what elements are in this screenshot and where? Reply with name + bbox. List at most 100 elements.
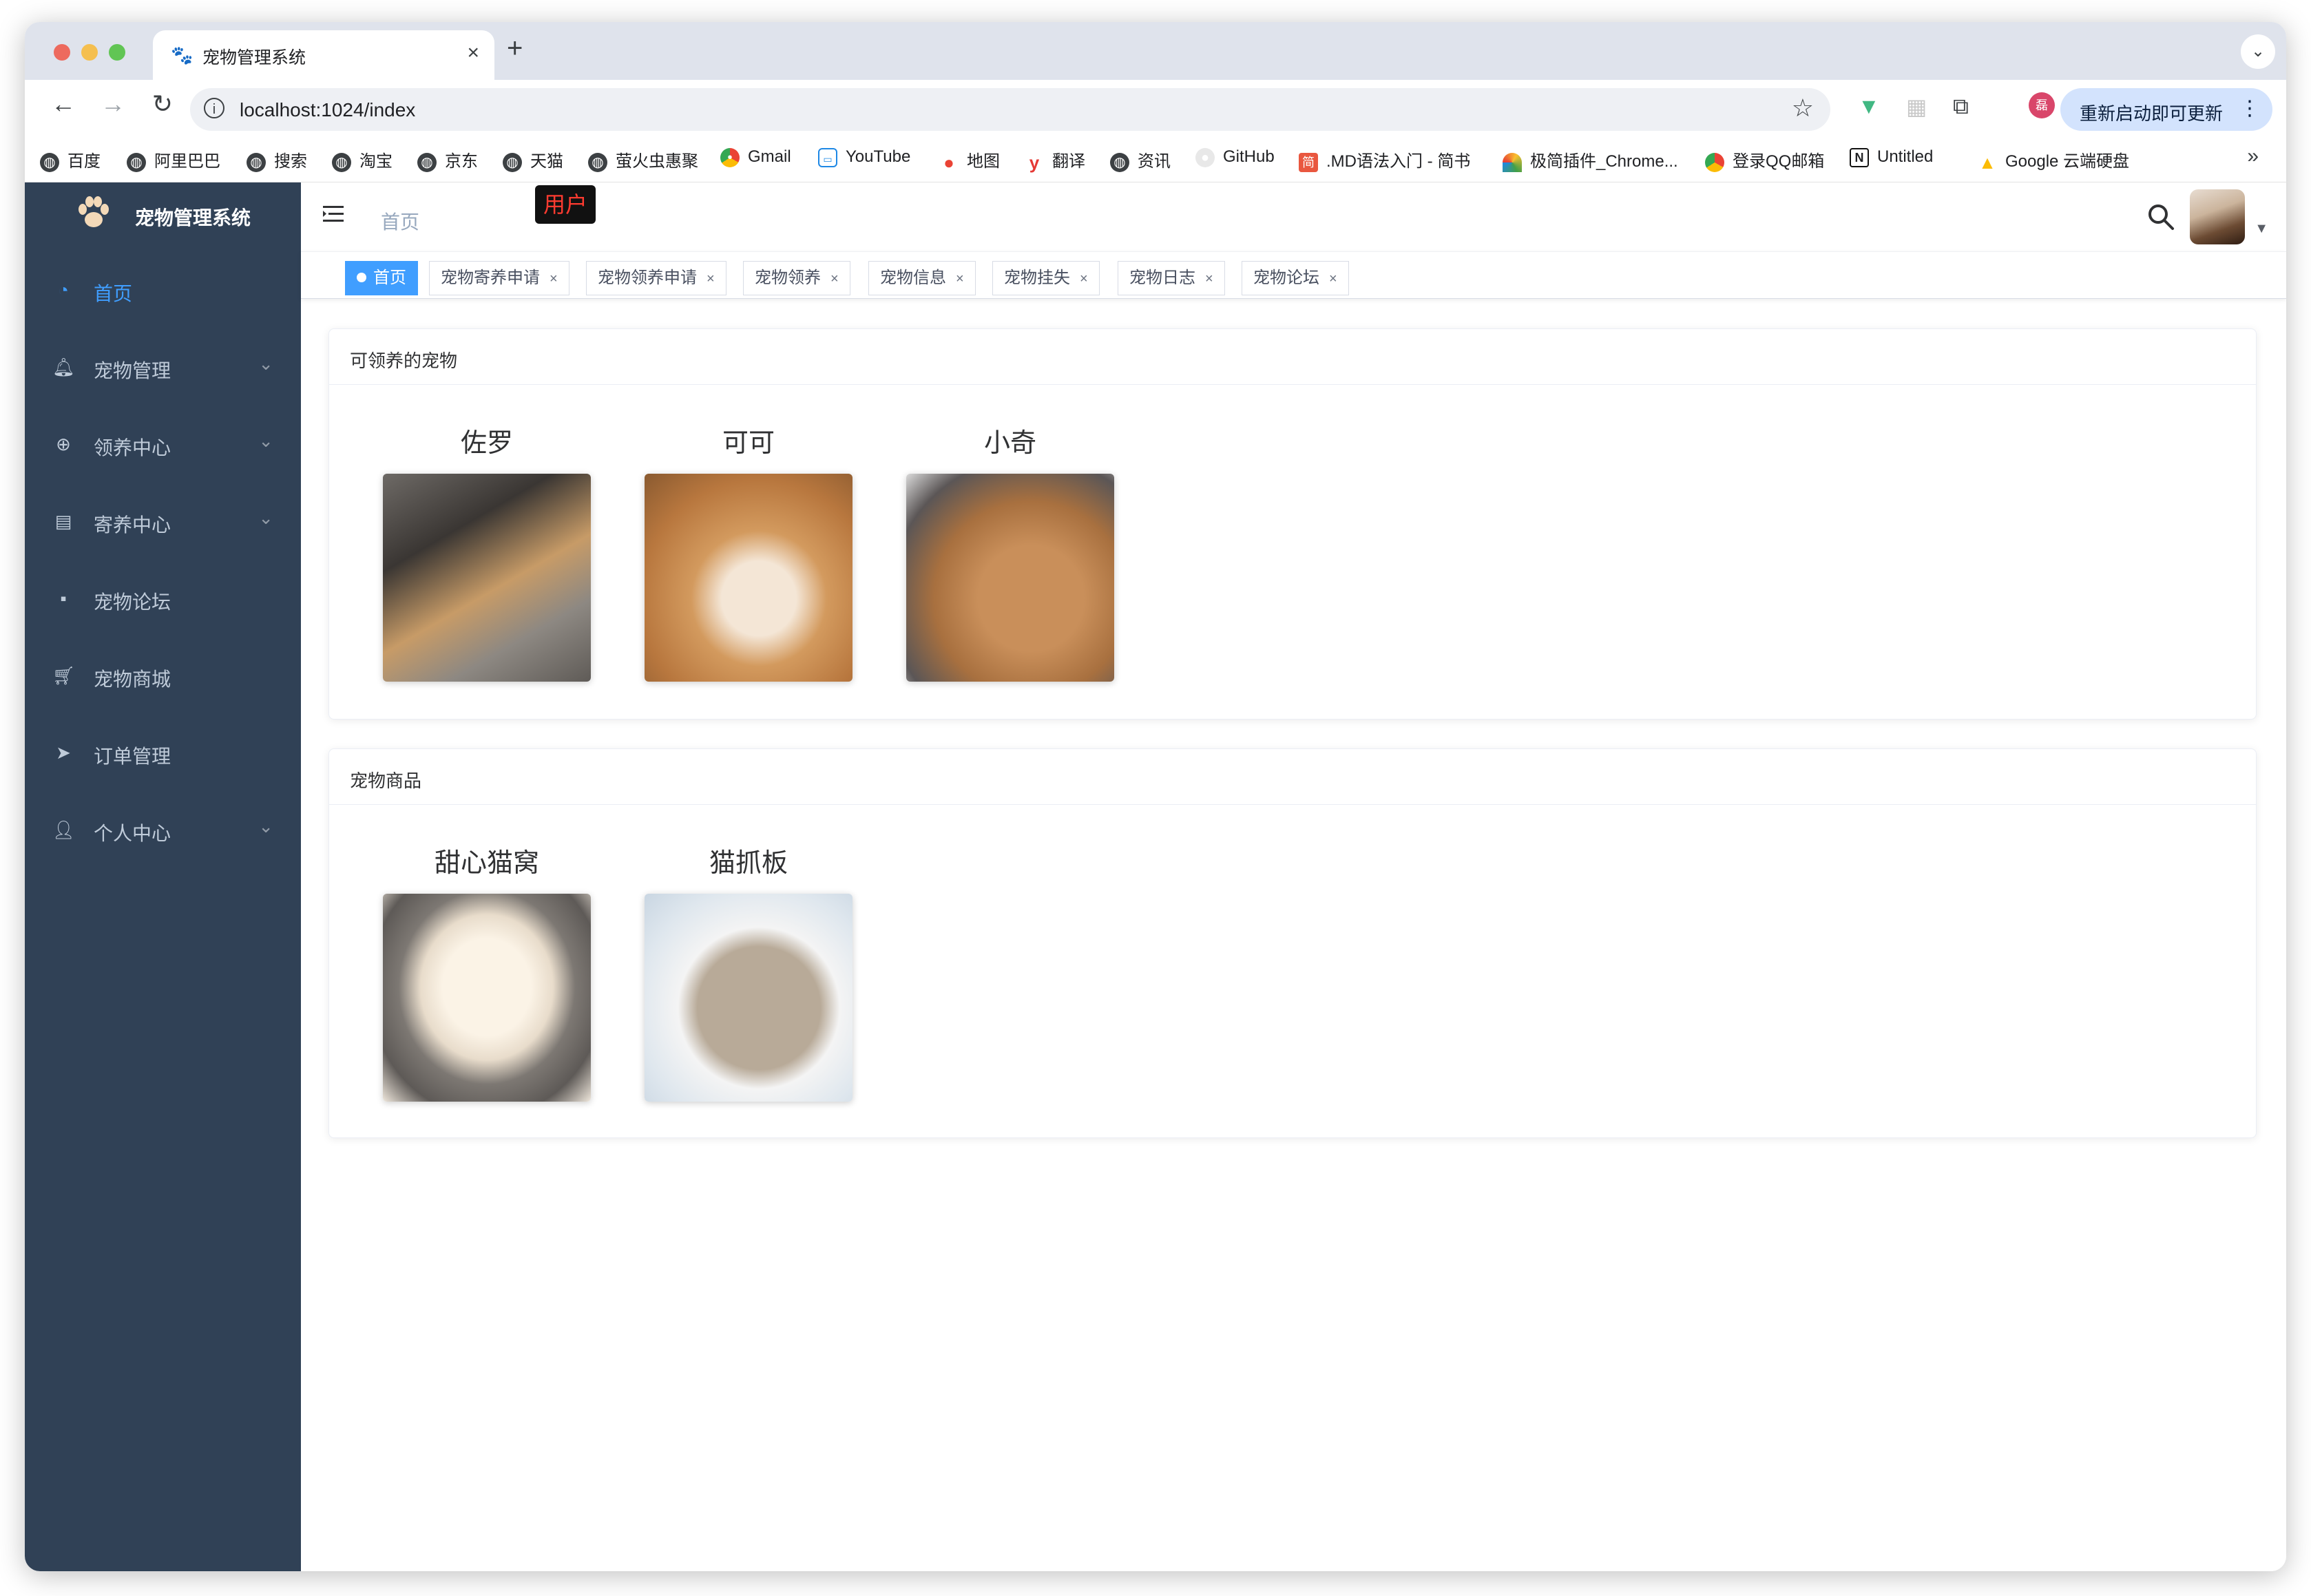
- close-tag-icon[interactable]: ×: [956, 271, 964, 286]
- new-tab-button[interactable]: +: [507, 33, 523, 64]
- chevron-down-icon: ⌄: [258, 430, 273, 451]
- bookmark-item[interactable]: ▲ Google 云端硬盘: [1978, 147, 2129, 172]
- tab-search-button[interactable]: ⌄: [2241, 34, 2275, 69]
- bookmark-item[interactable]: ◍ 资讯: [1110, 147, 1171, 172]
- close-tag-icon[interactable]: ×: [1080, 271, 1088, 286]
- chrome-icon: •: [720, 147, 740, 167]
- close-tag-icon[interactable]: ×: [1329, 271, 1337, 286]
- bookmark-item[interactable]: 简 .MD语法入门 - 简书: [1299, 147, 1470, 172]
- bookmark-item[interactable]: ◍ 天猫: [503, 147, 563, 172]
- pet-name: 可可: [722, 429, 775, 458]
- avatar[interactable]: [2190, 189, 2245, 244]
- close-tag-icon[interactable]: ×: [707, 271, 715, 286]
- search-icon[interactable]: [2146, 202, 2176, 232]
- more-menu-icon[interactable]: ⋮: [2239, 96, 2260, 120]
- site-info-icon[interactable]: i: [204, 98, 224, 118]
- active-dot-icon: [357, 272, 366, 282]
- update-label: 重新启动即可更新: [2080, 103, 2224, 124]
- chevron-down-icon: ⌄: [258, 816, 273, 837]
- close-window-button[interactable]: [54, 44, 70, 61]
- app-brand: 宠物管理系统: [135, 207, 251, 229]
- close-tab-icon[interactable]: ×: [467, 41, 479, 65]
- pet-name: 佐罗: [460, 429, 513, 458]
- tag-pet-adoption[interactable]: 宠物领养 ×: [743, 261, 850, 295]
- bookmark-item[interactable]: ◍ 搜索: [247, 147, 307, 172]
- rainbow-icon: [1503, 152, 1522, 172]
- sidebar-item-label: 个人中心: [94, 823, 171, 844]
- lifebuoy-icon: ⊕: [56, 434, 71, 454]
- bookmark-item[interactable]: ◍ 京东: [417, 147, 478, 172]
- profile-icon[interactable]: 磊: [2029, 92, 2055, 118]
- more-bookmarks-icon[interactable]: »: [2247, 145, 2259, 168]
- bookmark-item[interactable]: 登录QQ邮箱: [1705, 147, 1824, 172]
- sidebar-item-adoption-center[interactable]: ⊕ 领养中心 ⌄: [25, 406, 301, 483]
- jianshu-icon: 简: [1299, 152, 1318, 172]
- bookmark-item[interactable]: ◍ 百度: [40, 147, 101, 172]
- pet-photo[interactable]: [906, 474, 1114, 682]
- close-tag-icon[interactable]: ×: [550, 271, 558, 286]
- bookmark-item[interactable]: ● GitHub: [1195, 147, 1275, 167]
- pet-photo[interactable]: [645, 474, 853, 682]
- cart-icon: 🛒︎: [52, 665, 76, 686]
- bookmark-item[interactable]: • Gmail: [720, 147, 791, 167]
- bookmark-item[interactable]: y 翻译: [1025, 147, 1085, 172]
- sidebar-item-home[interactable]: ◔ 首页: [25, 251, 301, 328]
- paw-logo-icon: [79, 196, 109, 227]
- sidebar-item-pet-management[interactable]: 🔔︎ 宠物管理 ⌄: [25, 328, 301, 406]
- bookmark-star-icon[interactable]: ☆: [1792, 94, 1814, 123]
- url-text[interactable]: localhost:1024/index: [240, 99, 415, 121]
- globe-icon: ◍: [503, 152, 522, 172]
- github-icon: ●: [1195, 147, 1215, 167]
- reload-button[interactable]: ↻: [146, 90, 179, 118]
- product-photo[interactable]: [383, 894, 591, 1102]
- extension-grid-icon[interactable]: ▦: [1906, 94, 1927, 120]
- map-pin-icon: ●: [943, 151, 954, 173]
- vue-devtools-icon[interactable]: ▼: [1858, 94, 1880, 119]
- product-name: 猫抓板: [709, 849, 788, 878]
- sidebar-item-orders[interactable]: ➤ 订单管理: [25, 714, 301, 791]
- tag-pet-info[interactable]: 宠物信息 ×: [868, 261, 976, 295]
- bookmark-item[interactable]: ● 地图: [939, 147, 1000, 172]
- send-icon: ➤: [56, 742, 71, 763]
- tag-pet-log[interactable]: 宠物日志 ×: [1118, 261, 1225, 295]
- sidebar-item-pet-forum[interactable]: ▪ 宠物论坛: [25, 560, 301, 637]
- card-header: 宠物商品: [329, 749, 2256, 805]
- globe-icon: ◍: [332, 152, 351, 172]
- notion-icon: N: [1850, 147, 1869, 167]
- tag-pet-lost[interactable]: 宠物挂失 ×: [992, 261, 1100, 295]
- globe-icon: ◍: [1110, 152, 1129, 172]
- minimize-window-button[interactable]: [81, 44, 98, 61]
- hamburger-toggle-icon[interactable]: [322, 203, 346, 225]
- bookmark-item[interactable]: ◍ 阿里巴巴: [127, 147, 220, 172]
- browser-tab[interactable]: 🐾 宠物管理系统 ×: [153, 30, 494, 80]
- globe-icon: ◍: [588, 152, 607, 172]
- product-photo[interactable]: [645, 894, 853, 1102]
- back-button[interactable]: ←: [47, 90, 80, 118]
- bookmark-item[interactable]: ◍ 淘宝: [332, 147, 393, 172]
- maximize-window-button[interactable]: [109, 44, 125, 61]
- extensions-puzzle-icon[interactable]: ⧉: [1953, 94, 1969, 120]
- bookmark-item[interactable]: ▭ YouTube: [818, 147, 910, 167]
- sidebar-item-pet-shop[interactable]: 🛒︎ 宠物商城: [25, 637, 301, 714]
- drive-icon: ▲: [1978, 151, 1996, 173]
- address-bar[interactable]: i localhost:1024/index ☆: [190, 88, 1830, 131]
- caret-down-icon[interactable]: ▼: [2255, 221, 2268, 237]
- update-button[interactable]: 重新启动即可更新 ⋮: [2060, 88, 2272, 131]
- breadcrumb: 首页: [381, 211, 420, 233]
- bookmark-item[interactable]: N Untitled: [1850, 147, 1933, 167]
- forward-button[interactable]: →: [96, 90, 129, 118]
- tag-foster-application[interactable]: 宠物寄养申请 ×: [429, 261, 569, 295]
- sidebar-item-foster-center[interactable]: ▤ 寄养中心 ⌄: [25, 483, 301, 560]
- sidebar-item-label: 宠物论坛: [94, 591, 171, 613]
- top-navbar: 首页 用户 ▼: [301, 182, 2286, 252]
- bookmark-item[interactable]: 极简插件_Chrome...: [1503, 147, 1678, 172]
- tag-adoption-application[interactable]: 宠物领养申请 ×: [586, 261, 726, 295]
- pet-photo[interactable]: [383, 474, 591, 682]
- tag-pet-forum[interactable]: 宠物论坛 ×: [1242, 261, 1349, 295]
- sidebar-item-profile[interactable]: 👤︎ 个人中心 ⌄: [25, 791, 301, 868]
- close-tag-icon[interactable]: ×: [1205, 271, 1213, 286]
- tag-home[interactable]: 首页: [345, 261, 418, 295]
- close-tag-icon[interactable]: ×: [830, 271, 839, 286]
- bookmark-item[interactable]: ◍ 萤火虫惠聚: [588, 147, 698, 172]
- chrome-icon: [1705, 152, 1724, 172]
